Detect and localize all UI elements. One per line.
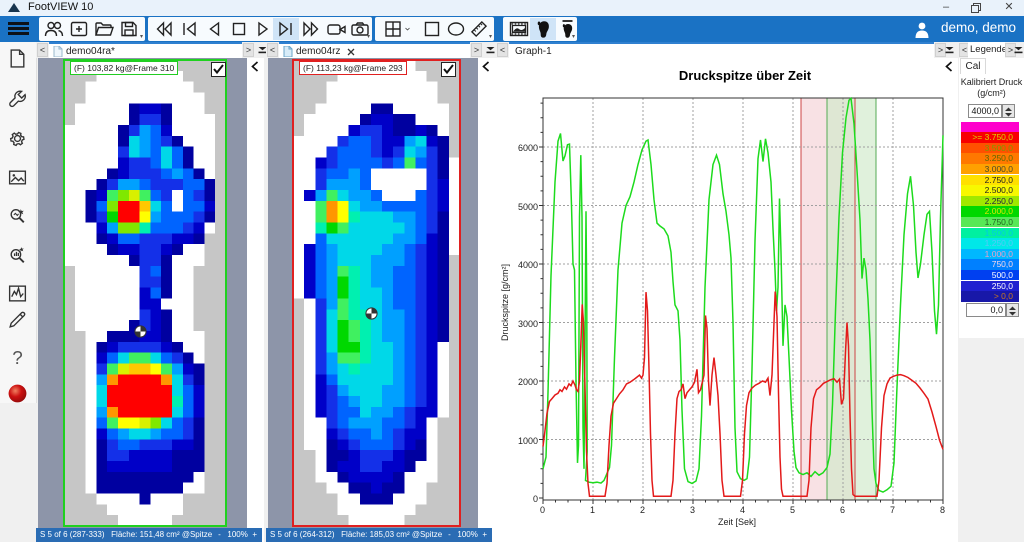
svg-text:?: ? [12,348,23,368]
